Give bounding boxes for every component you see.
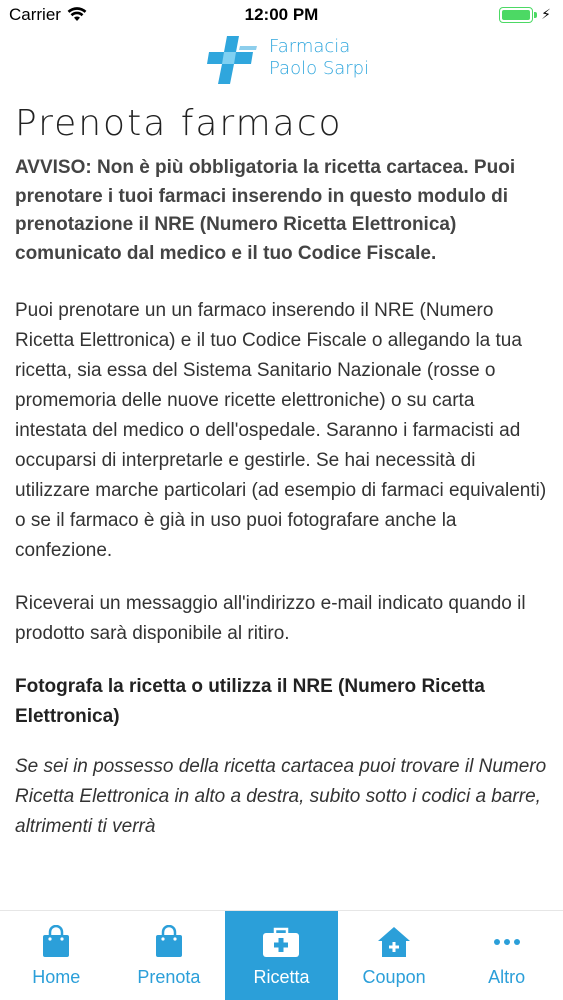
tab-prenota[interactable]: Prenota	[113, 911, 226, 1000]
section-heading: Fotografa la ricetta o utilizza il NRE (…	[15, 676, 485, 727]
tab-label: Altro	[488, 967, 526, 987]
tab-label: Coupon	[362, 967, 426, 987]
pharmacy-cross-icon	[207, 36, 257, 84]
tab-label: Home	[32, 967, 81, 987]
charging-bolt-icon: ⚡︎	[541, 6, 551, 22]
tab-coupon[interactable]: Coupon	[338, 911, 451, 1000]
nre-instructions: Se sei in possesso della ricetta cartace…	[15, 756, 547, 837]
logo-text-line1: Farmacia	[269, 36, 351, 57]
status-clock: 12:00 PM	[244, 5, 319, 24]
page-title: Prenota farmaco	[15, 103, 343, 144]
app-screen: Carrier 12:00 PM ⚡︎ Farmacia Paolo Sarpi	[0, 0, 563, 1000]
email-notice-paragraph: Riceverai un messaggio all'indirizzo e-m…	[15, 593, 526, 644]
tab-label: Ricetta	[253, 967, 310, 987]
tab-altro[interactable]: Altro	[450, 911, 563, 1000]
main-content: Prenota farmaco AVVISO: Non è più obblig…	[15, 100, 550, 842]
house-plus-icon	[338, 925, 451, 959]
shopping-bag-icon	[0, 925, 113, 959]
tab-label: Prenota	[137, 967, 201, 987]
first-aid-kit-icon	[225, 925, 338, 959]
intro-paragraph: Puoi prenotare un un farmaco inserendo i…	[15, 300, 547, 561]
logo-text-line2: Paolo Sarpi	[269, 58, 370, 79]
notice-text: AVVISO: Non è più obbligatoria la ricett…	[15, 157, 516, 264]
status-bar: Carrier 12:00 PM ⚡︎	[0, 0, 563, 30]
tab-home[interactable]: Home	[0, 911, 113, 1000]
pharmacy-logo: Farmacia Paolo Sarpi	[205, 34, 375, 86]
battery-icon: ⚡︎	[499, 6, 551, 23]
tab-bar: Home Prenota Ricetta Coupon Altro	[0, 910, 563, 1000]
shopping-bag-icon	[113, 925, 226, 959]
tab-ricetta[interactable]: Ricetta	[225, 911, 338, 1000]
more-dots-icon	[450, 925, 563, 959]
